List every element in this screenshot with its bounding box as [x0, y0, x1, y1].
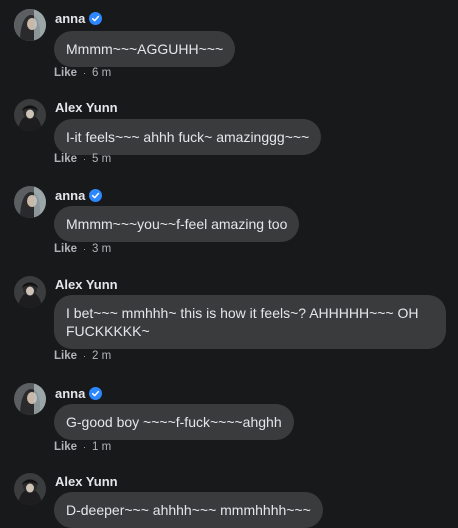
alex-avatar-image: [14, 473, 46, 505]
like-button[interactable]: Like: [54, 153, 77, 165]
author-name[interactable]: anna: [55, 386, 85, 401]
author-name[interactable]: anna: [55, 188, 85, 203]
comment-meta: Like · 5 m: [54, 153, 111, 165]
author-name[interactable]: Alex Yunn: [55, 474, 118, 489]
author-name[interactable]: anna: [55, 11, 85, 26]
timestamp[interactable]: 1 m: [92, 441, 111, 453]
avatar[interactable]: [14, 473, 46, 505]
like-button[interactable]: Like: [54, 243, 77, 255]
alex-avatar-image: [14, 276, 46, 308]
comment-text: I-it feels~~~ ahhh fuck~ amazinggg~~~: [66, 129, 310, 145]
comment-meta: Like · 2 m: [54, 350, 111, 362]
comment-thread: anna Mmmm~~~AGGUHH~~~ Like · 6 m Alex Yu…: [0, 0, 458, 528]
comment-text: I bet~~~ mmhhh~ this is how it feels~? A…: [66, 305, 419, 339]
timestamp[interactable]: 6 m: [92, 67, 111, 79]
author-row: anna: [55, 10, 103, 26]
comment-bubble: I bet~~~ mmhhh~ this is how it feels~? A…: [54, 295, 446, 349]
comment-meta: Like · 1 m: [54, 441, 111, 453]
author-name[interactable]: Alex Yunn: [55, 100, 118, 115]
like-button[interactable]: Like: [54, 67, 77, 79]
anna-avatar-image: [14, 383, 46, 415]
comment-text: D-deeper~~~ ahhhh~~~ mmmhhhh~~~: [66, 502, 311, 518]
like-button[interactable]: Like: [54, 350, 77, 362]
comment-text: G-good boy ~~~~f-fuck~~~~ahghh: [66, 414, 282, 430]
author-row: Alex Yunn: [55, 99, 118, 115]
verified-badge-icon: [89, 11, 103, 25]
comment-meta: Like · 6 m: [54, 67, 111, 79]
author-row: Alex Yunn: [55, 473, 118, 489]
comment-bubble: Mmmm~~~you~~f-feel amazing too: [54, 206, 300, 242]
comment-bubble: G-good boy ~~~~f-fuck~~~~ahghh: [54, 404, 294, 440]
separator-dot: ·: [83, 351, 87, 361]
anna-avatar-image: [14, 9, 46, 41]
comment-bubble: I-it feels~~~ ahhh fuck~ amazinggg~~~: [54, 119, 322, 155]
verified-badge-icon: [89, 386, 103, 400]
comment-text: Mmmm~~~AGGUHH~~~: [66, 41, 224, 57]
separator-dot: ·: [83, 442, 87, 452]
alex-avatar-image: [14, 99, 46, 131]
comment-text: Mmmm~~~you~~f-feel amazing too: [66, 216, 288, 232]
author-row: anna: [55, 385, 103, 401]
author-row: anna: [55, 187, 103, 203]
comment-bubble: D-deeper~~~ ahhhh~~~ mmmhhhh~~~: [54, 492, 323, 528]
timestamp[interactable]: 3 m: [92, 243, 111, 255]
author-name[interactable]: Alex Yunn: [55, 277, 118, 292]
comment-bubble: Mmmm~~~AGGUHH~~~: [54, 31, 236, 67]
avatar[interactable]: [14, 186, 46, 218]
timestamp[interactable]: 2 m: [92, 350, 111, 362]
timestamp[interactable]: 5 m: [92, 153, 111, 165]
author-row: Alex Yunn: [55, 276, 118, 292]
avatar[interactable]: [14, 9, 46, 41]
verified-badge-icon: [89, 188, 103, 202]
separator-dot: ·: [83, 244, 87, 254]
separator-dot: ·: [83, 68, 87, 78]
avatar[interactable]: [14, 276, 46, 308]
like-button[interactable]: Like: [54, 441, 77, 453]
avatar[interactable]: [14, 99, 46, 131]
avatar[interactable]: [14, 383, 46, 415]
separator-dot: ·: [83, 154, 87, 164]
anna-avatar-image: [14, 186, 46, 218]
comment-meta: Like · 3 m: [54, 243, 111, 255]
